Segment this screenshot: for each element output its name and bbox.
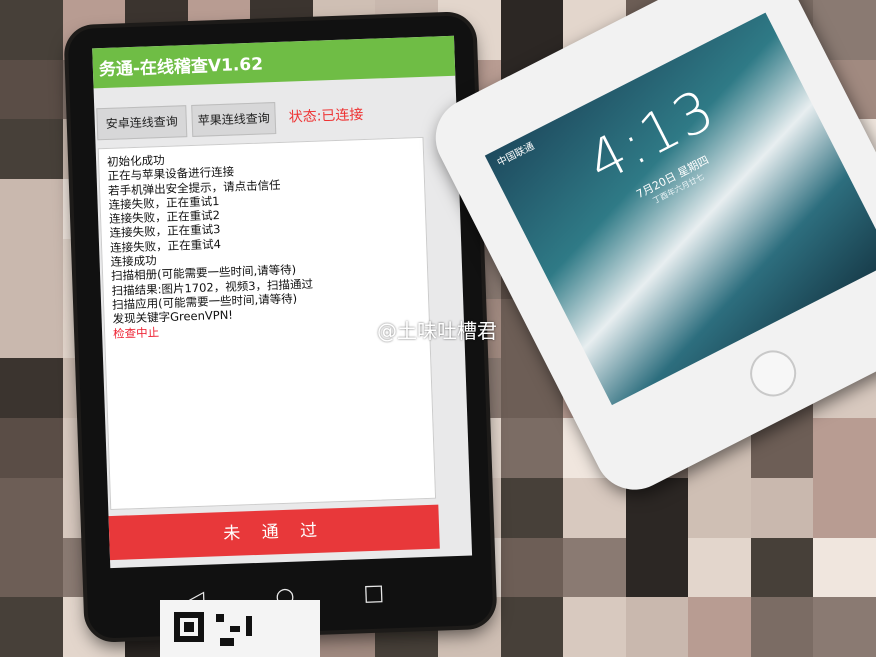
fail-result-button[interactable]: 未 通 过 (108, 504, 440, 561)
iphone-lock-screen: 中国联通 4:13 7月20日 星期四 丁酉年六月廿七 (484, 12, 876, 406)
home-button[interactable] (742, 342, 805, 405)
qr-code (160, 600, 320, 657)
recent-apps-icon[interactable]: □ (363, 581, 385, 607)
weibo-icon (345, 320, 371, 340)
connection-status: 状态:已连接 (288, 106, 364, 126)
apple-connect-button[interactable]: 苹果连线查询 (191, 102, 277, 137)
android-screen: 务通-在线稽查V1.62 安卓连线查询 苹果连线查询 状态:已连接 初始化成功 … (92, 35, 473, 569)
weibo-watermark: @土味吐槽君 (345, 315, 497, 344)
app-title-bar: 务通-在线稽查V1.62 (92, 35, 456, 89)
app-title: 务通-在线稽查V1.62 (98, 54, 264, 81)
watermark-text: @土味吐槽君 (377, 319, 497, 343)
android-connect-button[interactable]: 安卓连线查询 (96, 105, 188, 141)
